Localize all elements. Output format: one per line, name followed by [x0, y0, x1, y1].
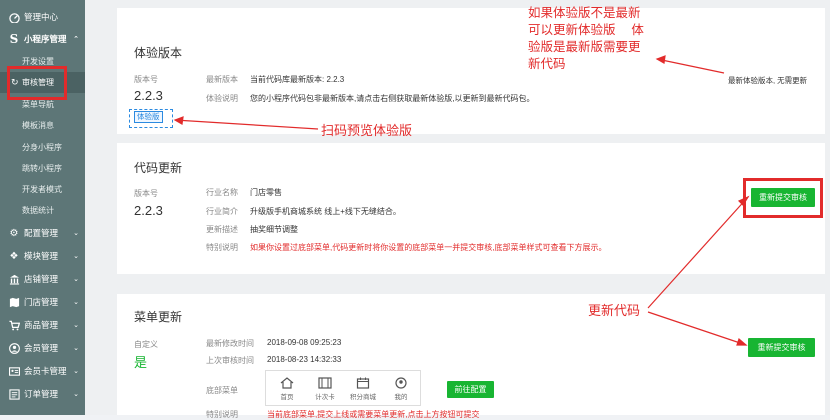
annotation-top-note: 如果体验版不是最新 可以更新体验版 体 验版是最新版需要更 新代码: [528, 4, 644, 72]
annotation-arrows: [173, 55, 750, 346]
annotation-line: 如果体验版不是最新: [528, 5, 641, 20]
annotation-scan-note: 扫码预览体验版: [321, 124, 413, 139]
annotation-line: 可以更新体验版 体: [528, 22, 644, 37]
annotation-line: 验版是最新版需要更: [528, 39, 641, 54]
annotation-update-note: 更新代码: [588, 304, 641, 319]
annotation-line: 新代码: [528, 56, 566, 71]
